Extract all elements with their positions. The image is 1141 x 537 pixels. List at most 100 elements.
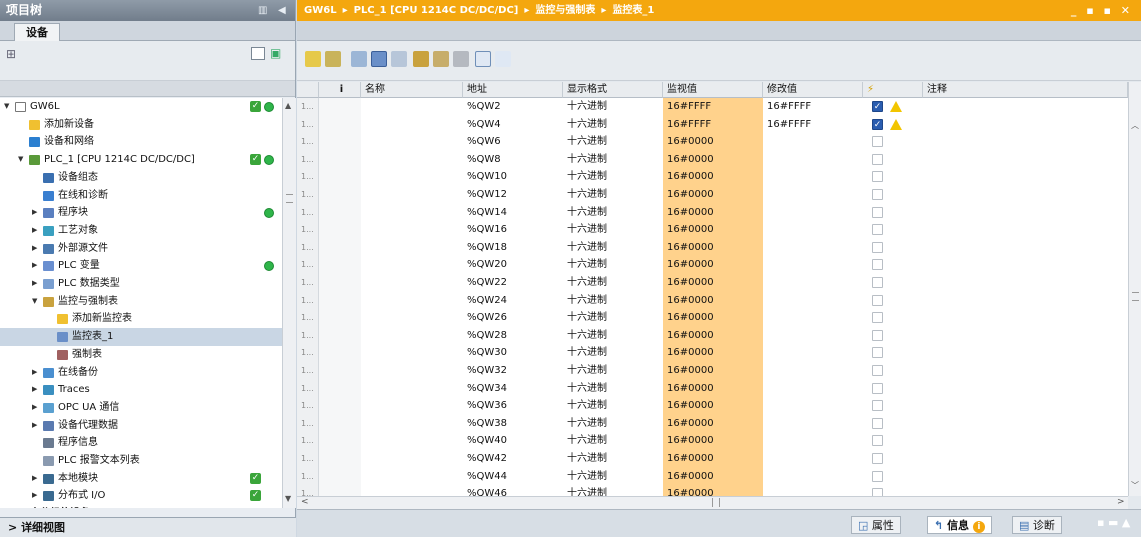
cell-name[interactable] — [361, 98, 463, 116]
modify-checkbox[interactable] — [872, 400, 883, 412]
h-scroll-thumb[interactable] — [712, 498, 720, 507]
scroll-up-icon[interactable]: ︿ — [1131, 120, 1139, 131]
cell-modify-value[interactable] — [763, 485, 863, 496]
modify-checkbox[interactable] — [872, 417, 883, 429]
cell-name[interactable] — [361, 327, 463, 345]
table-row[interactable]: 1... %QW42 十六进制 16#0000 — [297, 450, 1128, 468]
cell-modify-check[interactable] — [863, 256, 923, 274]
cell-comment[interactable] — [923, 133, 1128, 151]
cell-address[interactable]: %QW38 — [463, 415, 563, 433]
tree-item[interactable]: 在线和诊断 — [0, 187, 282, 205]
cell-comment[interactable] — [923, 362, 1128, 380]
cell-modify-value[interactable] — [763, 274, 863, 292]
cell-i[interactable] — [319, 485, 361, 496]
cell-name[interactable] — [361, 362, 463, 380]
cell-name[interactable] — [361, 415, 463, 433]
expand-detail-icon[interactable]: > — [8, 521, 17, 534]
expanded-arrow-icon[interactable]: ▼ — [32, 293, 37, 310]
cell-i[interactable] — [319, 344, 361, 362]
modify-checkbox[interactable] — [872, 224, 883, 236]
breadcrumb-item[interactable]: 监控与强制表 — [535, 5, 595, 16]
column-header-monitor[interactable]: 监视值 — [663, 82, 763, 98]
cell-comment[interactable] — [923, 221, 1128, 239]
cell-modify-value[interactable] — [763, 186, 863, 204]
column-header-name[interactable]: 名称 — [361, 82, 463, 98]
cell-comment[interactable] — [923, 116, 1128, 134]
cell-display-format[interactable]: 十六进制 — [563, 380, 663, 398]
cell-modify-value[interactable] — [763, 397, 863, 415]
tree-item[interactable]: ▶ 本地模块 ✓ — [0, 470, 282, 488]
column-header-index[interactable] — [297, 82, 319, 98]
scroll-right-icon[interactable]: > — [1117, 497, 1125, 507]
cell-comment[interactable] — [923, 344, 1128, 362]
tree-item[interactable]: ▶ 工艺对象 — [0, 222, 282, 240]
cell-modify-check[interactable] — [863, 362, 923, 380]
cell-i[interactable] — [319, 326, 361, 345]
cell-i[interactable] — [319, 414, 361, 433]
modify-checkbox[interactable] — [872, 329, 883, 341]
scroll-down-icon[interactable]: ﹀ — [1131, 480, 1139, 491]
cell-modify-value[interactable] — [763, 468, 863, 486]
cell-name[interactable] — [361, 239, 463, 257]
tree-item[interactable]: ▶ PLC 数据类型 — [0, 275, 282, 293]
cell-modify-check[interactable] — [863, 344, 923, 362]
cell-modify-check[interactable] — [863, 380, 923, 398]
collapsed-arrow-icon[interactable]: ▶ — [32, 470, 37, 487]
cell-display-format[interactable]: 十六进制 — [563, 168, 663, 186]
cell-name[interactable] — [361, 309, 463, 327]
cell-display-format[interactable]: 十六进制 — [563, 309, 663, 327]
cell-modify-check[interactable] — [863, 397, 923, 415]
cell-i[interactable] — [319, 168, 361, 186]
cell-modify-check[interactable]: ✓ — [863, 116, 923, 134]
cell-modify-check[interactable] — [863, 450, 923, 468]
cell-address[interactable]: %QW36 — [463, 397, 563, 415]
modify-checkbox[interactable]: ✓ — [872, 101, 883, 112]
cell-modify-check[interactable] — [863, 186, 923, 204]
tree-item[interactable]: ▼ 监控与强制表 — [0, 293, 282, 311]
cell-name[interactable] — [361, 116, 463, 134]
cell-display-format[interactable]: 十六进制 — [563, 256, 663, 274]
cell-comment[interactable] — [923, 292, 1128, 310]
cell-address[interactable]: %QW44 — [463, 468, 563, 486]
cell-i[interactable] — [319, 256, 361, 274]
cell-name[interactable] — [361, 151, 463, 169]
tree-scrollbar[interactable]: ▲ ▼ — [282, 98, 296, 508]
tree-item[interactable]: 添加新监控表 — [0, 310, 282, 328]
panel-controls-icon[interactable]: ▪ ▬ ▲ — [1097, 516, 1130, 529]
cell-comment[interactable] — [923, 204, 1128, 222]
tree-item[interactable]: 添加新设备 — [0, 116, 282, 134]
cell-display-format[interactable]: 十六进制 — [563, 221, 663, 239]
cell-display-format[interactable]: 十六进制 — [563, 327, 663, 345]
cell-comment[interactable] — [923, 168, 1128, 186]
cell-name[interactable] — [361, 221, 463, 239]
collapsed-arrow-icon[interactable]: ▶ — [32, 381, 37, 398]
cell-modify-check[interactable] — [863, 274, 923, 292]
cell-name[interactable] — [361, 256, 463, 274]
column-header-comment[interactable]: 注释 — [923, 82, 1128, 98]
add-row-icon[interactable] — [325, 51, 341, 67]
cell-comment[interactable] — [923, 239, 1128, 257]
cell-i[interactable] — [319, 133, 361, 151]
cell-comment[interactable] — [923, 186, 1128, 204]
table-row[interactable]: 1... %QW32 十六进制 16#0000 — [297, 362, 1128, 380]
tree-item[interactable]: ▼ PLC_1 [CPU 1214C DC/DC/DC] ✓ — [0, 151, 282, 169]
cell-name[interactable] — [361, 432, 463, 450]
cell-modify-check[interactable] — [863, 485, 923, 496]
cell-comment[interactable] — [923, 98, 1128, 116]
column-header-i[interactable]: i — [319, 82, 361, 98]
tree-item[interactable]: 强制表 — [0, 346, 282, 364]
cell-i[interactable] — [319, 450, 361, 468]
table-row[interactable]: 1... %QW10 十六进制 16#0000 — [297, 168, 1128, 186]
cell-comment[interactable] — [923, 432, 1128, 450]
insert-row-icon[interactable] — [305, 51, 321, 67]
modify-checkbox[interactable] — [872, 488, 883, 496]
cell-display-format[interactable]: 十六进制 — [563, 362, 663, 380]
column-header-modify[interactable]: 修改值 — [763, 82, 863, 98]
table-row[interactable]: 1... %QW36 十六进制 16#0000 — [297, 397, 1128, 415]
modify-checkbox[interactable] — [872, 136, 883, 148]
tree-item[interactable]: ▶ 分布式 I/O ✓ — [0, 487, 282, 505]
modify-checkbox[interactable] — [872, 277, 883, 288]
tree-item[interactable]: ▼ GW6L ✓ — [0, 98, 282, 116]
modify-checkbox[interactable] — [872, 259, 883, 271]
cell-modify-value[interactable] — [763, 380, 863, 398]
